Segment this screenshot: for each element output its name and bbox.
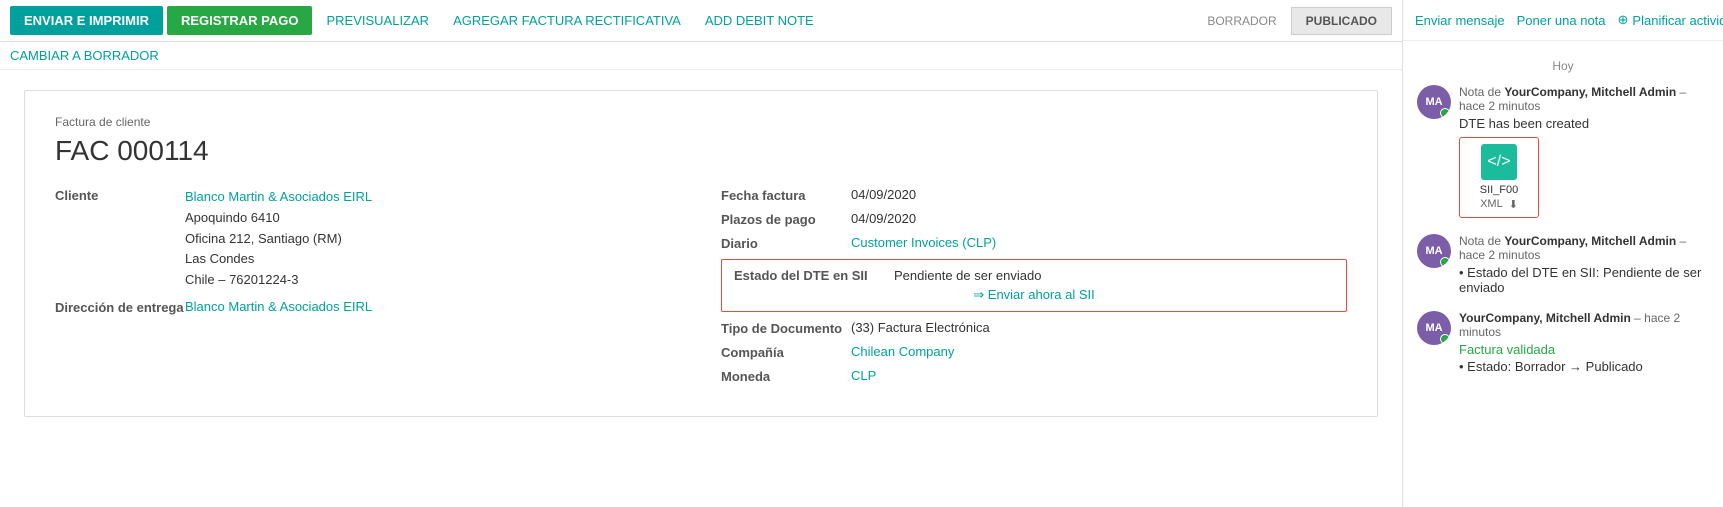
cliente-field: Cliente Blanco Martin & Asociados EIRL A… [55, 187, 681, 291]
plazos-field: Plazos de pago 04/09/2020 [721, 211, 1347, 227]
doc-type-label: Factura de cliente [55, 115, 1347, 129]
msg-time-2: hace 2 minutos [1459, 248, 1540, 262]
moneda-field: Moneda CLP [721, 368, 1347, 384]
avatar-3: MA [1417, 311, 1451, 345]
agregar-factura-button[interactable]: AGREGAR FACTURA RECTIFICATIVA [443, 6, 691, 35]
diario-value[interactable]: Customer Invoices (CLP) [851, 235, 996, 250]
cliente-address3: Las Condes [185, 249, 372, 270]
download-icon[interactable]: ⬇ [1509, 198, 1518, 211]
msg-author-2: YourCompany, Mitchell Admin [1504, 234, 1676, 248]
compania-field: Compañía Chilean Company [721, 344, 1347, 360]
dte-status-box: Estado del DTE en SII Pendiente de ser e… [721, 259, 1347, 312]
tipo-label: Tipo de Documento [721, 320, 851, 336]
attachment-ext: XML [1480, 198, 1503, 211]
msg-validated: Factura validada [1459, 342, 1709, 357]
msg-content-3: Factura validada Estado: Borrador → Publ… [1459, 342, 1709, 374]
attachment-name: SII_F00 [1480, 184, 1519, 196]
compania-label: Compañía [721, 344, 851, 360]
avatar-2: MA [1417, 234, 1451, 268]
chatter-panel: Enviar mensaje Poner una nota ⊕ Planific… [1403, 0, 1723, 507]
fecha-field: Fecha factura 04/09/2020 [721, 187, 1347, 203]
msg-bullet-3: Estado: Borrador → Publicado [1459, 359, 1709, 374]
entrega-field: Dirección de entrega Blanco Martin & Aso… [55, 299, 681, 315]
chatter-content: Hoy MA Nota de YourCompany, Mitchell Adm… [1403, 41, 1723, 507]
document-card: Factura de cliente FAC 000114 Cliente Bl… [24, 90, 1378, 417]
fecha-label: Fecha factura [721, 187, 851, 203]
msg-content-2: Estado del DTE en SII: Pendiente de ser … [1459, 265, 1709, 295]
doc-body: Cliente Blanco Martin & Asociados EIRL A… [55, 187, 1347, 392]
msg-body-1: Nota de YourCompany, Mitchell Admin – ha… [1459, 85, 1709, 218]
entrega-label: Dirección de entrega [55, 299, 185, 315]
dte-row: Estado del DTE en SII Pendiente de ser e… [734, 268, 1334, 283]
cliente-address1: Apoquindo 6410 [185, 208, 372, 229]
enviar-imprimir-button[interactable]: ENVIAR E IMPRIMIR [10, 6, 163, 35]
msg-time-1: hace 2 minutos [1459, 99, 1540, 113]
cliente-address4: Chile – 76201224-3 [185, 270, 372, 291]
add-debit-note-button[interactable]: ADD DEBIT NOTE [695, 6, 824, 35]
xml-icon: </> [1481, 144, 1517, 180]
dte-action-link[interactable]: ⇒ Enviar ahora al SII [734, 287, 1334, 303]
msg-author-3: YourCompany, Mitchell Admin [1459, 311, 1631, 325]
attachment-actions: XML ⬇ [1480, 198, 1518, 211]
plazos-value: 04/09/2020 [851, 211, 916, 226]
status-area: BORRADOR PUBLICADO [1197, 7, 1392, 35]
date-separator: Hoy [1417, 59, 1709, 73]
msg-content-1: DTE has been created </> SII_F00 XML ⬇ [1459, 116, 1709, 218]
moneda-value[interactable]: CLP [851, 368, 876, 383]
sub-toolbar: CAMBIAR A BORRADOR [0, 42, 1402, 70]
draft-status-label: BORRADOR [1197, 10, 1286, 32]
moneda-label: Moneda [721, 368, 851, 384]
published-status-button[interactable]: PUBLICADO [1291, 7, 1392, 35]
msg-body-3: YourCompany, Mitchell Admin – hace 2 min… [1459, 311, 1709, 374]
doc-left-column: Cliente Blanco Martin & Asociados EIRL A… [55, 187, 681, 392]
compania-value[interactable]: Chilean Company [851, 344, 954, 359]
msg-body-2: Nota de YourCompany, Mitchell Admin – ha… [1459, 234, 1709, 295]
enviar-mensaje-button[interactable]: Enviar mensaje [1415, 9, 1505, 32]
chatter-message-1: MA Nota de YourCompany, Mitchell Admin –… [1417, 85, 1709, 218]
left-panel: ENVIAR E IMPRIMIR REGISTRAR PAGO PREVISU… [0, 0, 1403, 507]
fecha-value: 04/09/2020 [851, 187, 916, 202]
plazos-label: Plazos de pago [721, 211, 851, 227]
msg-bullet-2: Estado del DTE en SII: Pendiente de ser … [1459, 265, 1709, 295]
msg-header-2: Nota de YourCompany, Mitchell Admin – ha… [1459, 234, 1709, 262]
doc-number: FAC 000114 [55, 135, 1347, 167]
msg-header-3: YourCompany, Mitchell Admin – hace 2 min… [1459, 311, 1709, 339]
diario-field: Diario Customer Invoices (CLP) [721, 235, 1347, 251]
diario-label: Diario [721, 235, 851, 251]
tipo-value: (33) Factura Electrónica [851, 320, 990, 335]
note-prefix-1: Nota de [1459, 85, 1504, 99]
cliente-label: Cliente [55, 187, 185, 203]
cliente-name[interactable]: Blanco Martin & Asociados EIRL [185, 187, 372, 208]
cliente-address2: Oficina 212, Santiago (RM) [185, 229, 372, 250]
toolbar: ENVIAR E IMPRIMIR REGISTRAR PAGO PREVISU… [0, 0, 1402, 42]
previsualizar-button[interactable]: PREVISUALIZAR [316, 6, 439, 35]
attachment-box[interactable]: </> SII_F00 XML ⬇ [1459, 137, 1539, 218]
chatter-message-2: MA Nota de YourCompany, Mitchell Admin –… [1417, 234, 1709, 295]
poner-nota-button[interactable]: Poner una nota [1517, 9, 1606, 32]
dte-created-text: DTE has been created [1459, 116, 1709, 131]
chatter-message-3: MA YourCompany, Mitchell Admin – hace 2 … [1417, 311, 1709, 374]
note-prefix-2: Nota de [1459, 234, 1504, 248]
clock-icon: ⊕ [1618, 12, 1629, 28]
dte-label: Estado del DTE en SII [734, 268, 894, 283]
avatar-1: MA [1417, 85, 1451, 119]
msg-author-1: YourCompany, Mitchell Admin [1504, 85, 1676, 99]
cambiar-borrador-button[interactable]: CAMBIAR A BORRADOR [10, 48, 159, 63]
cliente-address: Blanco Martin & Asociados EIRL Apoquindo… [185, 187, 372, 291]
document-area: Factura de cliente FAC 000114 Cliente Bl… [0, 70, 1402, 507]
entrega-value[interactable]: Blanco Martin & Asociados EIRL [185, 299, 372, 314]
chatter-toolbar: Enviar mensaje Poner una nota ⊕ Planific… [1403, 0, 1723, 41]
tipo-field: Tipo de Documento (33) Factura Electróni… [721, 320, 1347, 336]
dte-status: Pendiente de ser enviado [894, 268, 1041, 283]
doc-right-column: Fecha factura 04/09/2020 Plazos de pago … [721, 187, 1347, 392]
planificar-actividad-button[interactable]: ⊕ Planificar actividad [1618, 8, 1723, 32]
msg-header-1: Nota de YourCompany, Mitchell Admin – ha… [1459, 85, 1709, 113]
registrar-pago-button[interactable]: REGISTRAR PAGO [167, 6, 313, 35]
